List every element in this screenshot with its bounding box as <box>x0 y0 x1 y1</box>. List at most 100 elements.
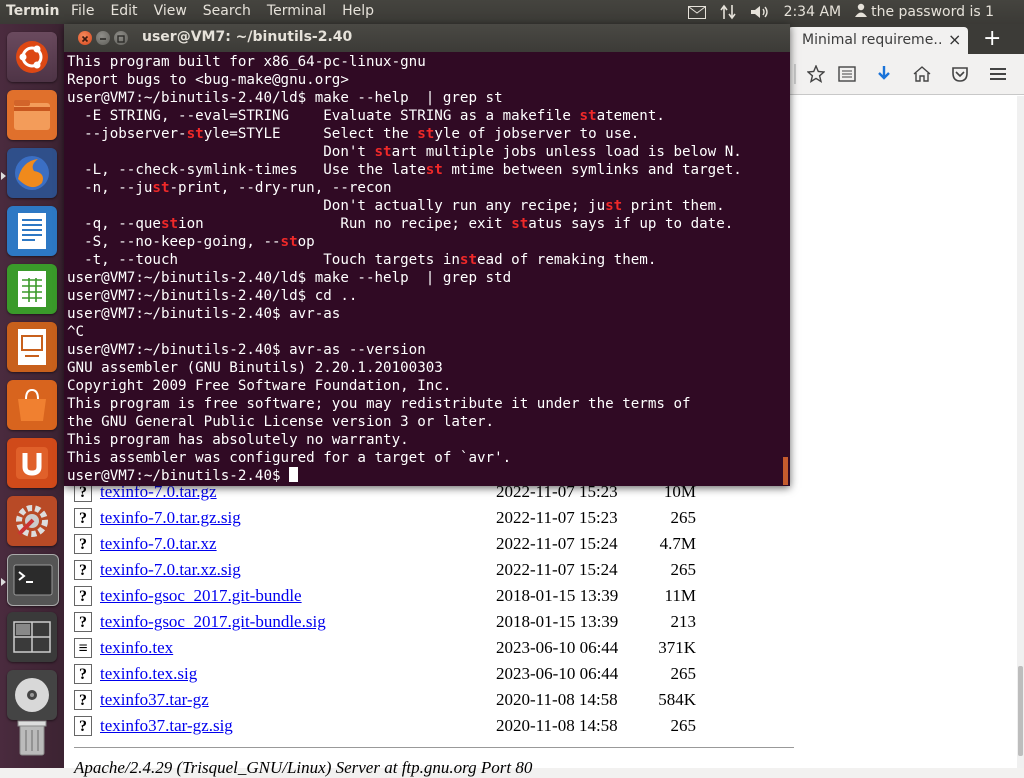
grep-match: st <box>186 126 204 142</box>
terminal-line: This program has absolutely no warranty. <box>67 431 787 449</box>
volume-icon[interactable] <box>750 4 770 20</box>
server-signature: Apache/2.4.29 (Trisquel_GNU/Linux) Serve… <box>74 758 533 777</box>
terminal-launcher[interactable] <box>7 554 59 606</box>
file-modified: 2023-06-10 06:44 <box>496 664 619 683</box>
mail-icon[interactable] <box>687 5 706 19</box>
user-icon <box>855 3 868 21</box>
calc-launcher[interactable] <box>7 264 57 314</box>
file-link[interactable]: texinfo-gsoc_2017.git-bundle.sig <box>100 612 326 632</box>
settings-gear-icon <box>16 505 48 537</box>
terminal-window[interactable]: user@VM7: ~/binutils-2.40 This program b… <box>64 24 790 486</box>
terminal-text: atement. <box>596 108 665 124</box>
unknown-file-icon[interactable]: ? <box>74 612 92 632</box>
file-row: ≡ texinfo.tex 2023-06-10 06:44 371K <box>74 636 774 662</box>
terminal-line: the GNU General Public License version 3… <box>67 413 787 431</box>
power-gear-icon[interactable] <box>1008 5 1018 19</box>
text-file-icon[interactable]: ≡ <box>74 638 92 658</box>
files-launcher[interactable] <box>7 90 57 140</box>
terminal-title: user@VM7: ~/binutils-2.40 <box>142 29 353 45</box>
terminal-cursor <box>289 467 299 482</box>
unknown-file-icon[interactable]: ? <box>74 560 92 580</box>
file-link[interactable]: texinfo-7.0.tar.xz.sig <box>100 560 241 580</box>
terminal-text: ion Run no recipe; exit <box>178 216 512 232</box>
file-size: 11M <box>664 586 697 605</box>
terminal-titlebar[interactable]: user@VM7: ~/binutils-2.40 <box>64 24 790 52</box>
terminal-line: -L, --check-symlink-times Use the latest… <box>67 161 787 179</box>
terminal-text: This program has absolutely no warranty. <box>67 432 409 448</box>
minimize-window-button[interactable] <box>96 31 110 45</box>
menu-file[interactable]: File <box>71 3 94 19</box>
file-link[interactable]: texinfo-7.0.tar.xz <box>100 534 217 554</box>
terminal-icon <box>13 564 53 596</box>
terminal-text: mtime between symlinks and target. <box>442 162 742 178</box>
file-size: 584K <box>658 690 696 709</box>
file-size: 265 <box>670 716 697 735</box>
unknown-file-icon[interactable]: ? <box>74 716 92 736</box>
network-icon[interactable] <box>719 4 736 20</box>
terminal-scrollbar[interactable] <box>783 457 788 485</box>
unknown-file-icon[interactable]: ? <box>74 534 92 554</box>
system-settings-launcher[interactable] <box>7 496 57 546</box>
file-link[interactable]: texinfo37.tar-gz <box>100 690 209 710</box>
clock[interactable]: 2:34 AM <box>784 4 842 20</box>
terminal-line: --jobserver-style=STYLE Select the style… <box>67 125 787 143</box>
grep-match: st <box>152 180 170 196</box>
menu-help[interactable]: Help <box>342 3 374 19</box>
user-menu[interactable]: the password is 1 <box>855 3 994 21</box>
file-link[interactable]: texinfo.tex <box>100 638 173 658</box>
file-size: 371K <box>658 638 696 657</box>
grep-match: st <box>511 216 529 232</box>
terminal-text: Don't <box>67 144 375 160</box>
terminal-text: -n, --ju <box>67 180 153 196</box>
terminal-line: user@VM7:~/binutils-2.40/ld$ make --help… <box>67 89 787 107</box>
dash-home-button[interactable] <box>7 32 57 82</box>
trash-icon <box>17 720 47 756</box>
menu-terminal[interactable]: Terminal <box>267 3 326 19</box>
terminal-line: This program is free software; you may r… <box>67 395 787 413</box>
file-row: ? texinfo.tex.sig 2023-06-10 06:44 265 <box>74 662 774 688</box>
file-link[interactable]: texinfo37.tar-gz.sig <box>100 716 233 736</box>
file-modified: 2020-11-08 14:58 <box>496 716 618 735</box>
file-link[interactable]: texinfo.tex.sig <box>100 664 197 684</box>
terminal-text: Report bugs to <bug-make@gnu.org> <box>67 72 349 88</box>
trash-launcher[interactable] <box>7 712 57 762</box>
terminal-text: GNU assembler (GNU Binutils) 2.20.1.2010… <box>67 360 443 376</box>
minimize-icon <box>100 38 106 40</box>
unknown-file-icon[interactable]: ? <box>74 508 92 528</box>
ubuntu-logo-icon <box>16 41 48 73</box>
file-modified: 2022-11-07 15:24 <box>496 560 618 579</box>
unknown-file-icon[interactable]: ? <box>74 664 92 684</box>
grep-match: st <box>280 234 298 250</box>
menu-search[interactable]: Search <box>203 3 251 19</box>
unity-launcher <box>0 24 64 768</box>
terminal-line: user@VM7:~/binutils-2.40$ avr-as <box>67 305 787 323</box>
terminal-text: user@VM7:~/binutils-2.40$ <box>67 468 290 484</box>
impress-launcher[interactable] <box>7 322 57 372</box>
terminal-text: user@VM7:~/binutils-2.40/ld$ make --help… <box>67 90 503 106</box>
terminal-text: Don't actually run any recipe; ju <box>67 198 606 214</box>
menu-view[interactable]: View <box>154 3 187 19</box>
terminal-line: user@VM7:~/binutils-2.40$ <box>67 467 787 485</box>
workspace-switcher-launcher[interactable] <box>7 612 57 662</box>
unknown-file-icon[interactable]: ? <box>74 690 92 710</box>
active-app-title: Termin <box>6 3 60 19</box>
disc-icon <box>15 678 49 712</box>
software-center-launcher[interactable] <box>7 380 57 430</box>
close-window-button[interactable] <box>78 31 92 45</box>
terminal-line: Don't actually run any recipe; just prin… <box>67 197 787 215</box>
file-link[interactable]: texinfo-gsoc_2017.git-bundle <box>100 586 302 606</box>
firefox-launcher[interactable] <box>7 148 57 198</box>
file-modified: 2018-01-15 13:39 <box>496 586 619 605</box>
unknown-file-icon[interactable]: ? <box>74 586 92 606</box>
ubuntu-one-launcher[interactable] <box>7 438 57 488</box>
file-link[interactable]: texinfo-7.0.tar.gz.sig <box>100 508 241 528</box>
terminal-text: yle=STYLE Select the <box>203 126 418 142</box>
writer-launcher[interactable] <box>7 206 57 256</box>
terminal-text: user@VM7:~/binutils-2.40/ld$ cd .. <box>67 288 358 304</box>
spreadsheet-icon <box>18 271 46 307</box>
terminal-output[interactable]: This program built for x86_64-pc-linux-g… <box>67 53 787 486</box>
terminal-line: -S, --no-keep-going, --stop <box>67 233 787 251</box>
menu-edit[interactable]: Edit <box>110 3 137 19</box>
maximize-window-button[interactable] <box>114 31 128 45</box>
terminal-text: print them. <box>622 198 725 214</box>
